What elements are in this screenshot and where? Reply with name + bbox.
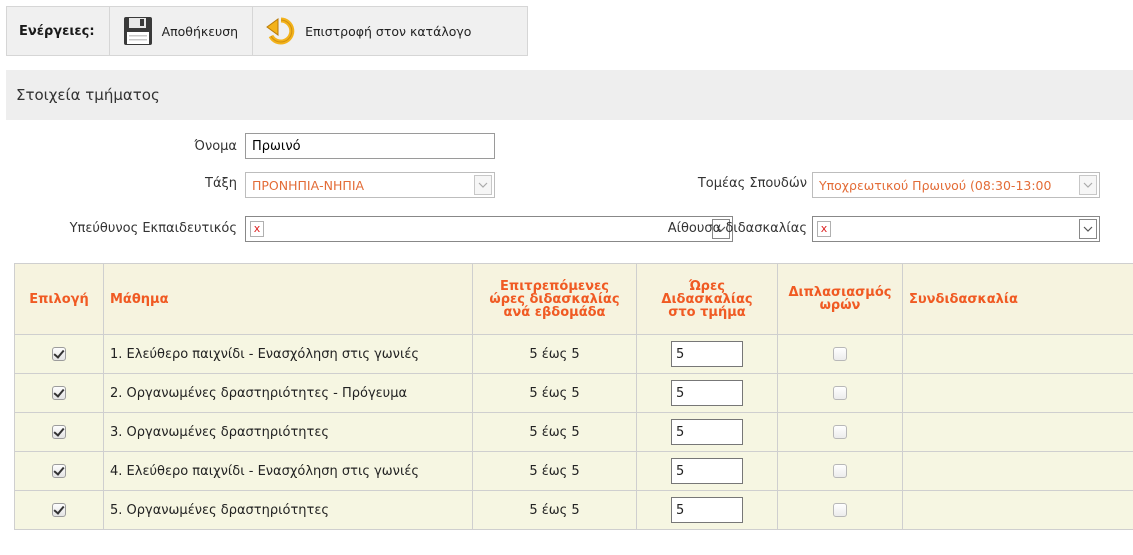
- back-to-list-button[interactable]: Επιστροφή στον κατάλογο: [253, 7, 485, 55]
- allowed-hours: 5 έως 5: [472, 490, 637, 530]
- double-cell: [777, 412, 903, 452]
- course-name: 1. Ελεύθερο παιχνίδι - Ενασχόληση στις γ…: [103, 334, 473, 374]
- hours-input[interactable]: 5: [671, 380, 743, 406]
- header-allowed-line2: ώρες διδασκαλίας: [489, 291, 620, 307]
- chevron-down-icon: [474, 175, 492, 195]
- select-cell: [14, 490, 104, 530]
- allowed-hours: 5 έως 5: [472, 451, 637, 491]
- floppy-disk-icon: [122, 15, 154, 47]
- class-select[interactable]: ΠΡΟΝΗΠΙΑ-ΝΗΠΙΑ: [245, 172, 495, 198]
- back-label: Επιστροφή στον κατάλογο: [305, 23, 472, 39]
- chevron-down-icon: [1079, 219, 1097, 239]
- select-cell: [14, 451, 104, 491]
- select-checkbox[interactable]: [52, 464, 66, 478]
- hours-cell: 5: [636, 451, 778, 491]
- room-label: Αίθουσα διδασκαλίας: [667, 221, 807, 236]
- double-hours-checkbox[interactable]: [833, 347, 847, 361]
- header-allowed-line1: Επιτρεπόμενες: [500, 278, 609, 294]
- header-hours-line1: Ώρες Διδασκαλίας: [661, 278, 753, 307]
- hours-cell: 5: [636, 373, 778, 413]
- select-checkbox[interactable]: [52, 347, 66, 361]
- course-name: 4. Ελεύθερο παιχνίδι - Ενασχόληση στις γ…: [103, 451, 473, 491]
- select-checkbox[interactable]: [52, 425, 66, 439]
- allowed-hours: 5 έως 5: [472, 373, 637, 413]
- header-hours-line2: στο τμήμα: [668, 304, 746, 320]
- actions-toolbar: Ενέργειες: Αποθήκευση Επιστροφή στον κατ…: [6, 6, 528, 56]
- broken-image-icon: x: [250, 221, 264, 237]
- class-label: Τάξη: [205, 176, 237, 191]
- coteaching-cell: [902, 451, 1133, 491]
- hours-input[interactable]: 5: [671, 458, 743, 484]
- sector-select[interactable]: Υποχρεωτικού Πρωινού (08:30-13:00: [812, 172, 1100, 198]
- double-hours-checkbox[interactable]: [833, 464, 847, 478]
- section-title: Στοιχεία τμήματος: [16, 86, 160, 104]
- table-row: 1. Ελεύθερο παιχνίδι - Ενασχόληση στις γ…: [14, 334, 1133, 374]
- table-row: 4. Ελεύθερο παιχνίδι - Ενασχόληση στις γ…: [14, 451, 1133, 491]
- section-header: Στοιχεία τμήματος: [6, 70, 1133, 120]
- hours-cell: 5: [636, 334, 778, 374]
- courses-table: Επιλογή Μάθημα Επιτρεπόμενες ώρες διδασκ…: [14, 263, 1133, 530]
- double-hours-checkbox[interactable]: [833, 425, 847, 439]
- coteaching-cell: [902, 490, 1133, 530]
- coteaching-cell: [902, 373, 1133, 413]
- class-select-value: ΠΡΟΝΗΠΙΑ-ΝΗΠΙΑ: [252, 178, 365, 193]
- broken-image-icon: x: [817, 221, 831, 237]
- header-select: Επιλογή: [14, 263, 104, 335]
- allowed-hours: 5 έως 5: [472, 334, 637, 374]
- course-name: 3. Οργανωμένες δραστηριότητες: [103, 412, 473, 452]
- header-double-line2: ωρών: [819, 298, 861, 313]
- select-checkbox[interactable]: [52, 503, 66, 517]
- name-input[interactable]: [245, 133, 495, 159]
- double-hours-checkbox[interactable]: [833, 386, 847, 400]
- table-row: 3. Οργανωμένες δραστηριότητες 5 έως 5 5: [14, 412, 1133, 452]
- header-course: Μάθημα: [103, 263, 473, 335]
- room-select[interactable]: x: [812, 216, 1100, 242]
- sector-label: Τομέας Σπουδών: [697, 176, 807, 191]
- actions-label: Ενέργειες:: [7, 7, 110, 55]
- name-label: Όνομα: [194, 139, 237, 154]
- save-button[interactable]: Αποθήκευση: [110, 7, 254, 55]
- double-cell: [777, 373, 903, 413]
- double-cell: [777, 490, 903, 530]
- course-name: 5. Οργανωμένες δραστηριότητες: [103, 490, 473, 530]
- double-cell: [777, 451, 903, 491]
- hours-cell: 5: [636, 490, 778, 530]
- coteaching-cell: [902, 412, 1133, 452]
- header-double-hours: Διπλασιασμός ωρών: [777, 263, 903, 335]
- table-row: 5. Οργανωμένες δραστηριότητες 5 έως 5 5: [14, 490, 1133, 530]
- double-hours-checkbox[interactable]: [833, 503, 847, 517]
- hours-cell: 5: [636, 412, 778, 452]
- save-label: Αποθήκευση: [161, 23, 239, 39]
- header-coteaching: Συνδιδασκαλία: [902, 263, 1133, 335]
- select-cell: [14, 373, 104, 413]
- header-allowed-line3: ανά εβδομάδα: [503, 304, 606, 320]
- chevron-down-icon: [1079, 175, 1097, 195]
- select-checkbox[interactable]: [52, 386, 66, 400]
- select-cell: [14, 412, 104, 452]
- double-cell: [777, 334, 903, 374]
- table-header-row: Επιλογή Μάθημα Επιτρεπόμενες ώρες διδασκ…: [14, 263, 1133, 335]
- hours-input[interactable]: 5: [671, 497, 743, 523]
- table-row: 2. Οργανωμένες δραστηριότητες - Πρόγευμα…: [14, 373, 1133, 413]
- course-name: 2. Οργανωμένες δραστηριότητες - Πρόγευμα: [103, 373, 473, 413]
- teacher-label: Υπεύθυνος Εκπαιδευτικός: [69, 221, 237, 236]
- header-class-hours: Ώρες Διδασκαλίας στο τμήμα: [636, 263, 778, 335]
- return-arrow-icon: [265, 15, 297, 47]
- header-allowed-hours: Επιτρεπόμενες ώρες διδασκαλίας ανά εβδομ…: [472, 263, 637, 335]
- hours-input[interactable]: 5: [671, 419, 743, 445]
- coteaching-cell: [902, 334, 1133, 374]
- sector-select-value: Υποχρεωτικού Πρωινού (08:30-13:00: [819, 178, 1052, 193]
- hours-input[interactable]: 5: [671, 341, 743, 367]
- select-cell: [14, 334, 104, 374]
- allowed-hours: 5 έως 5: [472, 412, 637, 452]
